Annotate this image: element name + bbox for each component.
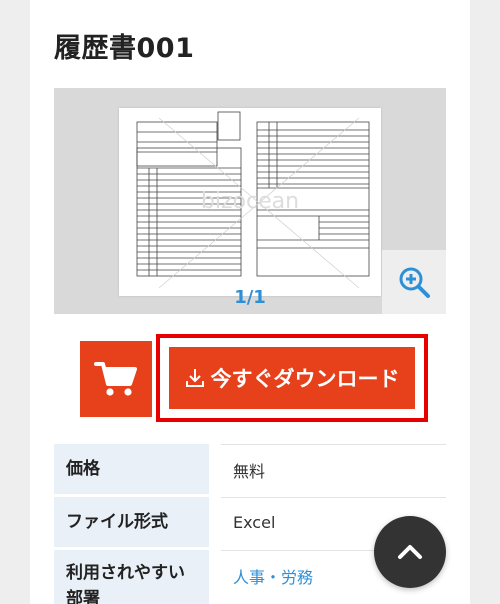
preview-sheet-image: bizocean (119, 108, 381, 296)
page-title: 履歴書001 (54, 33, 195, 64)
spec-row-price: 価格 無料 (54, 444, 446, 494)
add-to-cart-button[interactable] (80, 341, 152, 417)
download-now-button[interactable]: 今すぐダウンロード (169, 347, 415, 409)
cart-icon (94, 362, 137, 396)
zoom-in-icon (399, 267, 430, 298)
download-icon (185, 369, 204, 387)
spec-label: 利用されやすい 部署 (54, 550, 209, 604)
spec-value: 無料 (221, 444, 446, 494)
download-button-label: 今すぐダウンロード (210, 367, 400, 391)
download-button-highlight: 今すぐダウンロード (156, 334, 428, 422)
chevron-up-icon (398, 545, 422, 559)
scroll-to-top-button[interactable] (374, 516, 446, 588)
zoom-button[interactable] (382, 250, 446, 314)
spec-label: ファイル形式 (54, 497, 209, 547)
spec-label: 価格 (54, 444, 209, 494)
preview-watermark: bizocean (201, 189, 299, 214)
template-preview[interactable]: bizocean 1/1 (54, 88, 446, 314)
page-content: 履歴書001 bizocean 1/1 今すぐダウンロード 価格 無料 ファイル… (30, 0, 470, 604)
